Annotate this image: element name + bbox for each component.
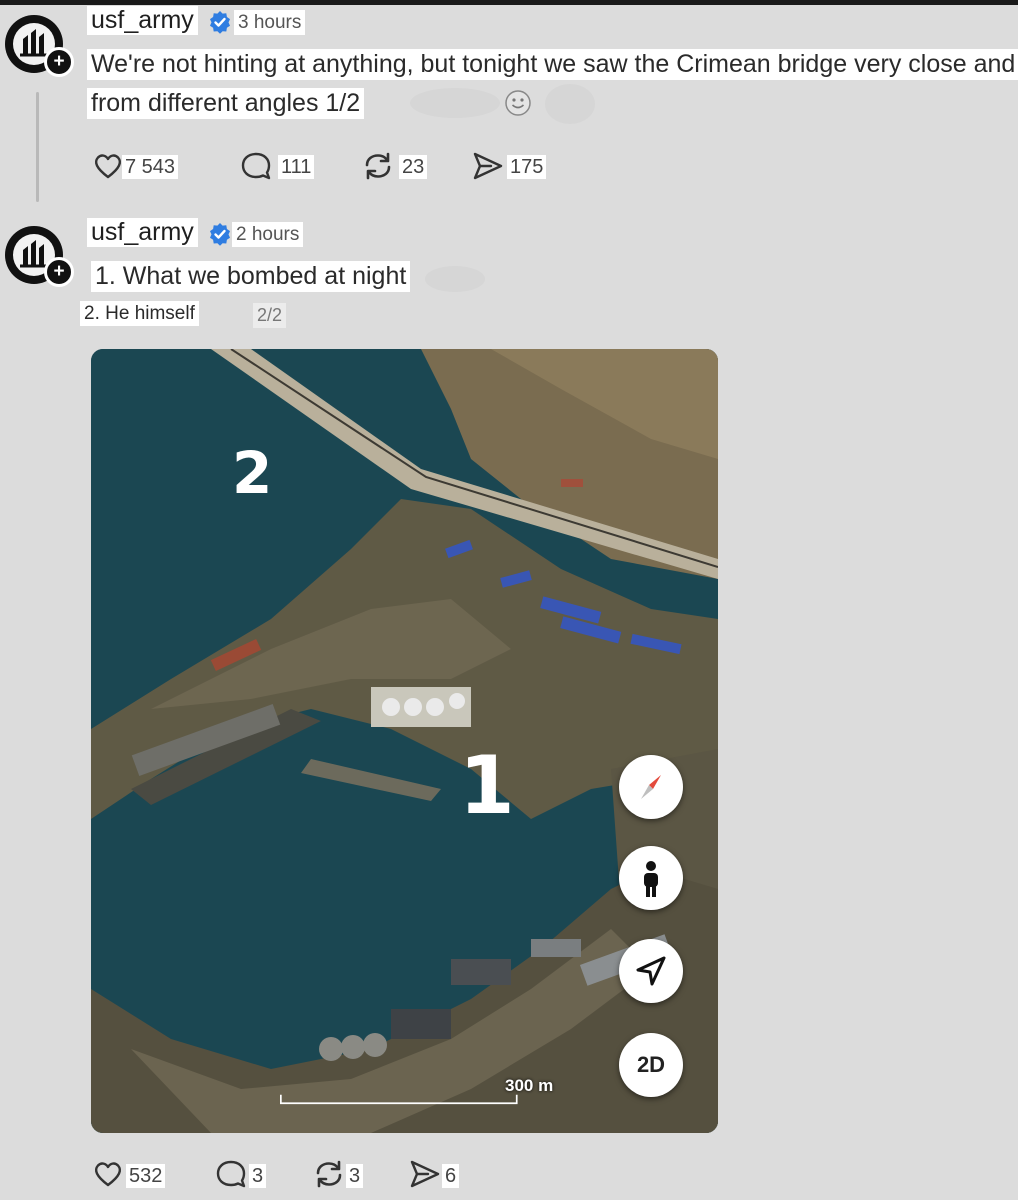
share-count: 6 (442, 1164, 460, 1188)
blurred-area (545, 84, 595, 124)
navigate-arrow-icon (636, 956, 666, 986)
map-label-2: 2 (232, 439, 273, 507)
comment-icon (241, 152, 271, 180)
send-icon (410, 1160, 440, 1188)
share-count: 175 (507, 155, 547, 179)
reply-button[interactable]: 111 (240, 150, 330, 184)
follow-plus-icon[interactable]: + (44, 47, 74, 77)
map-scale-label: 300 m (505, 1076, 554, 1095)
repost-button[interactable]: 3 (312, 1158, 382, 1192)
share-button[interactable]: 6 (408, 1158, 468, 1192)
repost-count: 3 (346, 1164, 364, 1188)
post-counter: 2/2 (253, 303, 287, 328)
satellite-map-image[interactable]: 2 1 (91, 349, 718, 1133)
repost-icon (316, 1160, 342, 1188)
reply-count: 111 (278, 155, 315, 179)
map-label-1: 1 (459, 739, 515, 832)
reply-button[interactable]: 3 (215, 1158, 275, 1192)
heart-icon (94, 154, 122, 179)
satellite-terrain (91, 349, 718, 1133)
street-view-button[interactable] (619, 846, 683, 910)
compass-icon (641, 775, 661, 799)
post-text-line: from different angles 1/2 (87, 88, 365, 119)
post-text-line: 2. He himself (80, 301, 199, 326)
send-icon (473, 152, 503, 180)
map-mode-2d-button[interactable]: 2D (619, 1033, 683, 1097)
compass-button[interactable] (619, 755, 683, 819)
follow-plus-icon[interactable]: + (44, 257, 74, 287)
repost-button[interactable]: 23 (361, 150, 441, 184)
verified-badge-icon (210, 11, 230, 34)
locate-button[interactable] (619, 939, 683, 1003)
blurred-area (425, 266, 485, 292)
username[interactable]: usf_army (87, 6, 198, 35)
like-button[interactable]: 532 (92, 1158, 182, 1192)
blurred-area (410, 88, 500, 118)
share-button[interactable]: 175 (471, 150, 561, 184)
top-border (0, 0, 1018, 5)
repost-icon (365, 152, 391, 180)
post-text-line: 1. What we bombed at night (91, 261, 411, 292)
post-time[interactable]: 2 hours (232, 222, 304, 247)
username[interactable]: usf_army (87, 218, 198, 247)
like-count: 532 (126, 1164, 166, 1188)
like-count: 7 543 (122, 155, 179, 179)
comment-icon (216, 1160, 246, 1188)
heart-icon (94, 1162, 122, 1187)
smile-emoji-icon (505, 90, 531, 116)
reply-count: 3 (249, 1164, 267, 1188)
verified-badge-icon (210, 223, 230, 246)
thread-connector-line (36, 92, 39, 202)
post-time[interactable]: 3 hours (234, 10, 306, 35)
repost-count: 23 (399, 155, 428, 179)
like-button[interactable]: 7 543 (92, 150, 202, 184)
post-text-line: We're not hinting at anything, but tonig… (87, 49, 1018, 80)
street-view-person-icon (644, 861, 658, 897)
